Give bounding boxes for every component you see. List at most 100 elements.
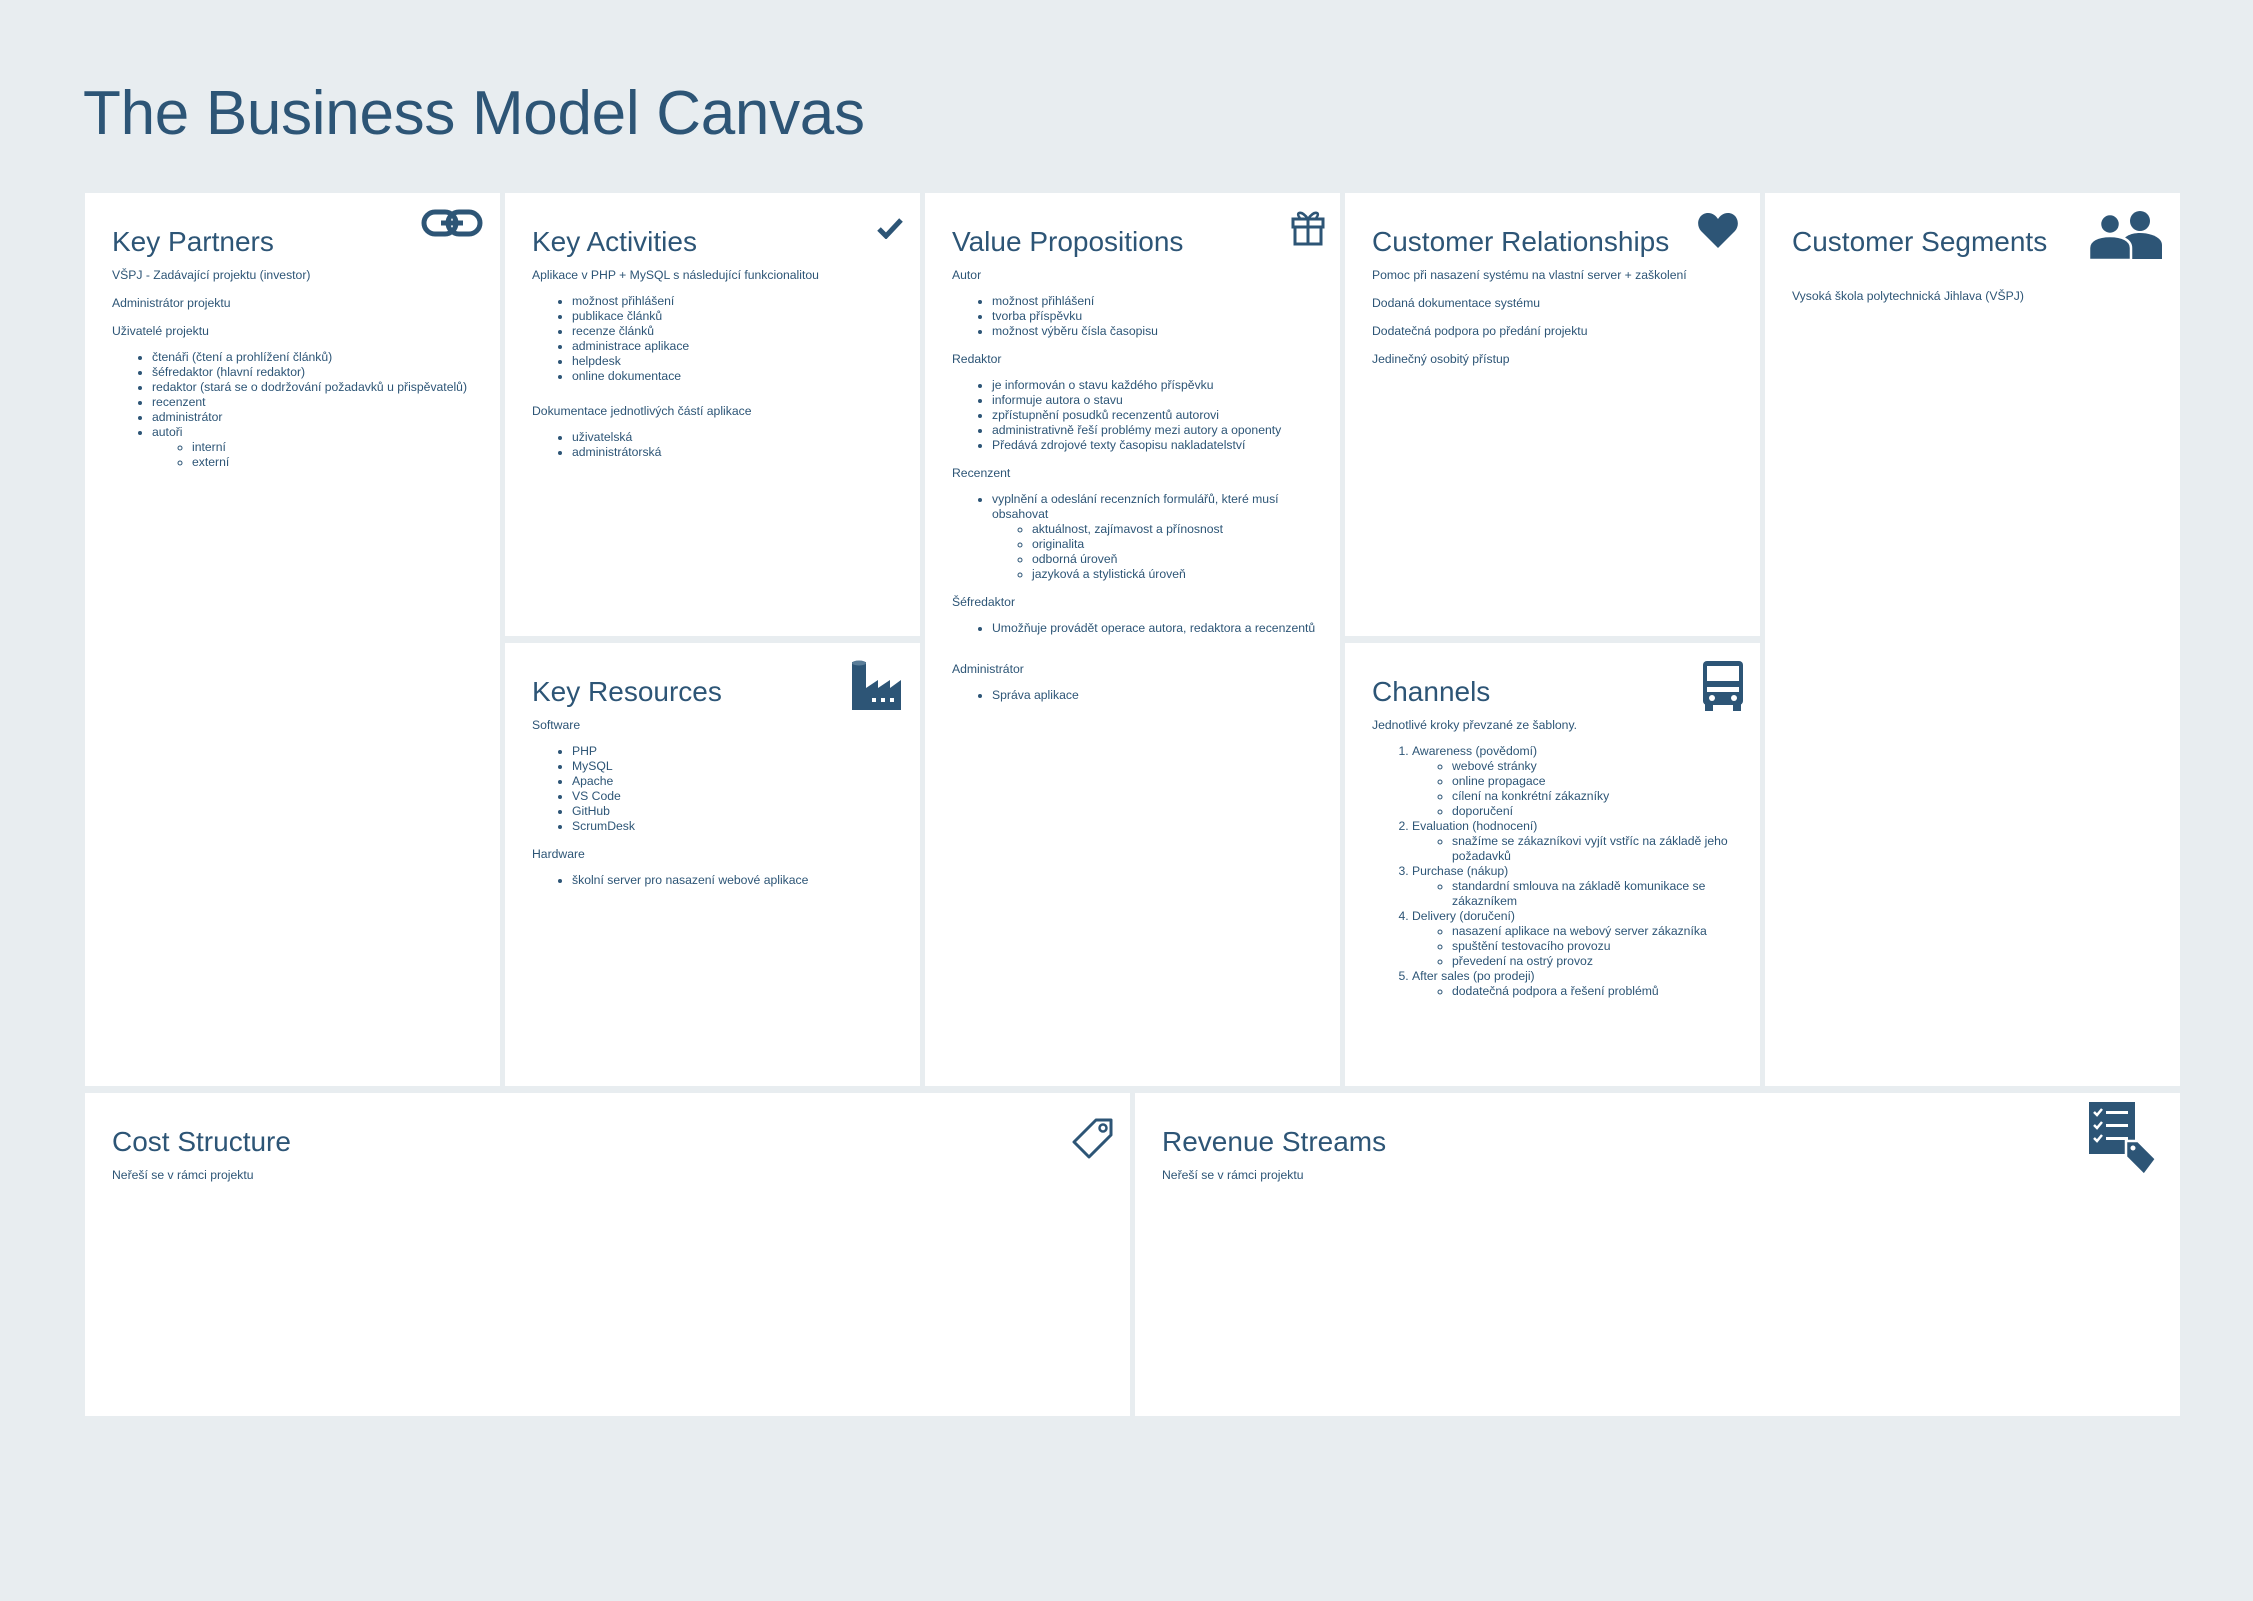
step-items-list: snažíme se zákazníkovi vyjít vstříc na z…: [1412, 834, 1744, 864]
partner-line: Administrátor projektu: [112, 296, 231, 310]
relationship-line: Dodaná dokumentace systému: [1372, 296, 1541, 310]
partner-line: Uživatelé projektu: [112, 324, 209, 338]
list-item: možnost přihlášení: [992, 294, 1324, 309]
customer-relationships-heading: Customer Relationships: [1372, 226, 1670, 257]
cost-line: Neřeší se v rámci projektu: [112, 1168, 254, 1182]
list-item: autoři interní externí: [152, 425, 484, 470]
revenue-streams-heading: Revenue Streams: [1162, 1126, 1387, 1157]
hardware-list: školní server pro nasazení webové aplika…: [532, 873, 904, 888]
list-item: publikace článků: [572, 309, 904, 324]
list-item: nasazení aplikace na webový server zákaz…: [1452, 924, 1744, 939]
role-label: Redaktor: [952, 352, 1002, 366]
key-resources-content: Software PHP MySQL Apache VS Code GitHub…: [532, 718, 904, 901]
list-item: školní server pro nasazení webové aplika…: [572, 873, 904, 888]
customer-segments-panel: Customer Segments Vysoká škola polytechn…: [1765, 193, 2180, 1086]
list-item: externí: [192, 455, 484, 470]
key-partners-content: VŠPJ - Zadávající projektu (investor) Ad…: [112, 268, 484, 483]
list-item: Předává zdrojové texty časopisu nakladat…: [992, 438, 1324, 453]
sefredaktor-list: Umožňuje provádět operace autora, redakt…: [952, 621, 1324, 636]
relationship-line: Jedinečný osobitý přístup: [1372, 352, 1510, 366]
author-types-list: interní externí: [152, 440, 484, 470]
list-item: odborná úroveň: [1032, 552, 1324, 567]
cost-structure-heading: Cost Structure: [112, 1126, 291, 1157]
list-item: Purchase (nákup) standardní smlouva na z…: [1412, 864, 1744, 909]
revenue-streams-panel: Revenue Streams Neřeší se v rámci projek…: [1135, 1093, 2180, 1416]
list-item: aktuálnost, zajímavost a přínosnost: [1032, 522, 1324, 537]
list-item: Umožňuje provádět operace autora, redakt…: [992, 621, 1324, 636]
software-label: Software: [532, 718, 581, 732]
list-item: After sales (po prodeji) dodatečná podpo…: [1412, 969, 1744, 999]
list-item: možnost přihlášení: [572, 294, 904, 309]
docs-list: uživatelská administrátorská: [532, 430, 904, 460]
list-item: Delivery (doručení) nasazení aplikace na…: [1412, 909, 1744, 969]
list-item: doporučení: [1452, 804, 1744, 819]
customer-relationships-content: Pomoc při nasazení systému na vlastní se…: [1372, 268, 1744, 380]
channels-heading: Channels: [1372, 676, 1491, 707]
step-items-list: nasazení aplikace na webový server zákaz…: [1412, 924, 1744, 969]
step-items-list: webové stránky online propagace cílení n…: [1412, 759, 1744, 819]
step-items-list: dodatečná podpora a řešení problémů: [1412, 984, 1744, 999]
channel-steps-list: Awareness (povědomí) webové stránky onli…: [1372, 744, 1744, 999]
segment-line: Vysoká škola polytechnická Jihlava (VŠPJ…: [1792, 289, 2024, 303]
list-item: vyplnění a odeslání recenzních formulářů…: [992, 492, 1324, 582]
list-item: online propagace: [1452, 774, 1744, 789]
list-item: informuje autora o stavu: [992, 393, 1324, 408]
list-item: tvorba příspěvku: [992, 309, 1324, 324]
customer-relationships-panel: Customer Relationships Pomoc při nasazen…: [1345, 193, 1760, 636]
role-label: Šéfredaktor: [952, 595, 1016, 609]
user-roles-list: čtenáři (čtení a prohlížení článků) šéfr…: [112, 350, 484, 470]
recenzent-sub-list: aktuálnost, zajímavost a přínosnost orig…: [992, 522, 1324, 582]
list-item: čtenáři (čtení a prohlížení článků): [152, 350, 484, 365]
role-label: Recenzent: [952, 466, 1011, 480]
cost-structure-content: Neřeší se v rámci projektu: [112, 1168, 1114, 1196]
list-item: administrace aplikace: [572, 339, 904, 354]
checklist-tag-icon: [2088, 1101, 2158, 1177]
key-activities-content: Aplikace v PHP + MySQL s následující fun…: [532, 268, 904, 473]
list-item: recenzent: [152, 395, 484, 410]
list-item: helpdesk: [572, 354, 904, 369]
step-items-list: standardní smlouva na základě komunikace…: [1412, 879, 1744, 909]
list-item: uživatelská: [572, 430, 904, 445]
list-item: možnost výběru čísla časopisu: [992, 324, 1324, 339]
list-item: interní: [192, 440, 484, 455]
key-activities-heading: Key Activities: [532, 226, 697, 257]
list-item: online dokumentace: [572, 369, 904, 384]
list-item: snažíme se zákazníkovi vyjít vstříc na z…: [1452, 834, 1744, 864]
users-icon: [2088, 209, 2166, 261]
price-tag-icon: [1072, 1117, 1114, 1159]
list-item: redaktor (stará se o dodržování požadavk…: [152, 380, 484, 395]
list-item: cílení na konkrétní zákazníky: [1452, 789, 1744, 804]
list-item: ScrumDesk: [572, 819, 904, 834]
list-item: webové stránky: [1452, 759, 1744, 774]
list-item: šéfredaktor (hlavní redaktor): [152, 365, 484, 380]
list-item: dodatečná podpora a řešení problémů: [1452, 984, 1744, 999]
list-item: PHP: [572, 744, 904, 759]
list-item: Evaluation (hodnocení) snažíme se zákazn…: [1412, 819, 1744, 864]
role-label: Autor: [952, 268, 982, 282]
list-item: administrátor: [152, 410, 484, 425]
list-item: recenze článků: [572, 324, 904, 339]
key-partners-panel: Key Partners VŠPJ - Zadávající projektu …: [85, 193, 500, 1086]
customer-segments-content: Vysoká škola polytechnická Jihlava (VŠPJ…: [1792, 289, 2164, 317]
value-propositions-heading: Value Propositions: [952, 226, 1184, 257]
channels-content: Jednotlivé kroky převzané ze šablony. Aw…: [1372, 718, 1744, 1012]
list-item: VS Code: [572, 789, 904, 804]
list-item: administrátorská: [572, 445, 904, 460]
hardware-label: Hardware: [532, 847, 585, 861]
partner-line: VŠPJ - Zadávající projektu (investor): [112, 268, 311, 282]
link-icon: [421, 207, 483, 239]
value-propositions-content: Autor možnost přihlášení tvorba příspěvk…: [952, 268, 1324, 716]
software-list: PHP MySQL Apache VS Code GitHub ScrumDes…: [532, 744, 904, 834]
list-item: Awareness (povědomí) webové stránky onli…: [1412, 744, 1744, 819]
relationship-line: Dodatečná podpora po předání projektu: [1372, 324, 1588, 338]
relationship-line: Pomoc při nasazení systému na vlastní se…: [1372, 268, 1687, 282]
key-resources-heading: Key Resources: [532, 676, 722, 707]
revenue-line: Neřeší se v rámci projektu: [1162, 1168, 1304, 1182]
list-item: jazyková a stylistická úroveň: [1032, 567, 1324, 582]
revenue-streams-content: Neřeší se v rámci projektu: [1162, 1168, 2164, 1196]
list-item: je informován o stavu každého příspěvku: [992, 378, 1324, 393]
heart-icon: [1697, 211, 1739, 249]
activities-intro: Aplikace v PHP + MySQL s následující fun…: [532, 268, 819, 282]
list-item: MySQL: [572, 759, 904, 774]
redaktor-list: je informován o stavu každého příspěvku …: [952, 378, 1324, 453]
